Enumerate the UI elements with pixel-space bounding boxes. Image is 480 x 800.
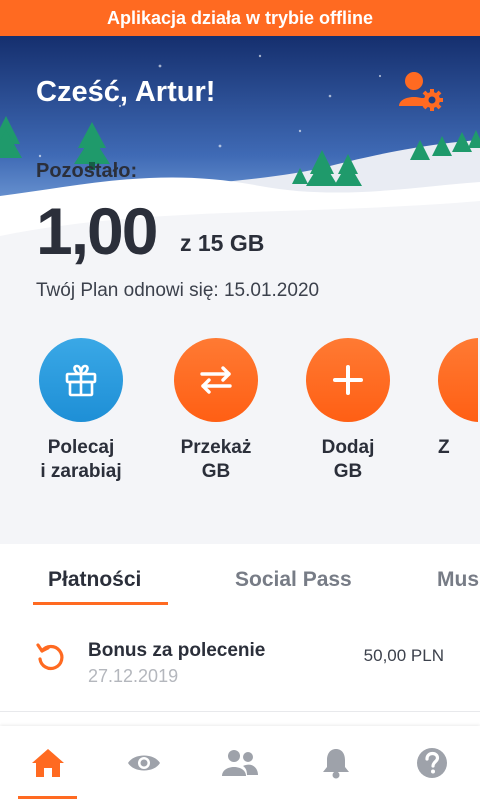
more-action-button[interactable]: Z bbox=[438, 338, 478, 460]
transaction-amount: 50,00 PLN bbox=[363, 646, 444, 665]
gift-icon bbox=[39, 338, 123, 422]
home-icon bbox=[32, 749, 64, 777]
transaction-date: 27.12.2019 bbox=[88, 666, 179, 686]
history-tabs: Płatności Social Pass Mus bbox=[0, 544, 480, 606]
tab-payments[interactable]: Płatności bbox=[48, 568, 141, 592]
transaction-list: Bonus za polecenie 27.12.2019 50,00 PLN bbox=[0, 606, 480, 726]
action-label: Przekaż GB bbox=[180, 437, 252, 482]
action-label: Polecaj i zarabiaj bbox=[40, 437, 122, 482]
action-circle bbox=[438, 338, 478, 422]
active-tab-indicator bbox=[33, 602, 168, 605]
greeting-title: Cześć, Artur! bbox=[36, 76, 216, 108]
list-item[interactable]: Bonus za polecenie 27.12.2019 50,00 PLN bbox=[0, 606, 480, 712]
nav-notifications[interactable] bbox=[288, 726, 384, 800]
action-label: Z bbox=[438, 437, 450, 458]
nav-preview[interactable] bbox=[96, 726, 192, 800]
nav-help[interactable] bbox=[384, 726, 480, 800]
offline-banner: Aplikacja działa w trybie offline bbox=[0, 0, 480, 36]
active-nav-indicator bbox=[18, 796, 77, 799]
plan-total: z 15 GB bbox=[180, 230, 265, 256]
tab-more[interactable]: Mus bbox=[437, 568, 479, 592]
help-icon bbox=[417, 748, 447, 778]
action-label: Dodaj GB bbox=[321, 437, 375, 482]
nav-friends[interactable] bbox=[192, 726, 288, 800]
remaining-amount: 1,00 bbox=[36, 194, 158, 268]
plus-icon bbox=[306, 338, 390, 422]
eye-icon bbox=[128, 755, 160, 771]
user-settings-icon[interactable] bbox=[398, 70, 446, 112]
users-icon bbox=[222, 750, 258, 776]
transfer-gb-button[interactable]: Przekaż GB bbox=[151, 338, 281, 484]
refund-arrow-icon bbox=[34, 640, 66, 672]
remaining-label: Pozostało: bbox=[36, 160, 138, 182]
bottom-navigation bbox=[0, 726, 480, 800]
hero-section: Cześć, Artur! Pozostało: 1,00 z 15 GB Tw… bbox=[0, 36, 480, 544]
plan-renewal-date: Twój Plan odnowi się: 15.01.2020 bbox=[36, 280, 320, 301]
add-gb-button[interactable]: Dodaj GB bbox=[283, 338, 413, 484]
nav-home[interactable] bbox=[0, 726, 96, 800]
transaction-title: Bonus za polecenie bbox=[88, 640, 266, 661]
transfer-arrows-icon bbox=[174, 338, 258, 422]
bell-icon bbox=[323, 749, 349, 779]
tab-social-pass[interactable]: Social Pass bbox=[235, 568, 352, 592]
refer-and-earn-button[interactable]: Polecaj i zarabiaj bbox=[16, 338, 146, 484]
